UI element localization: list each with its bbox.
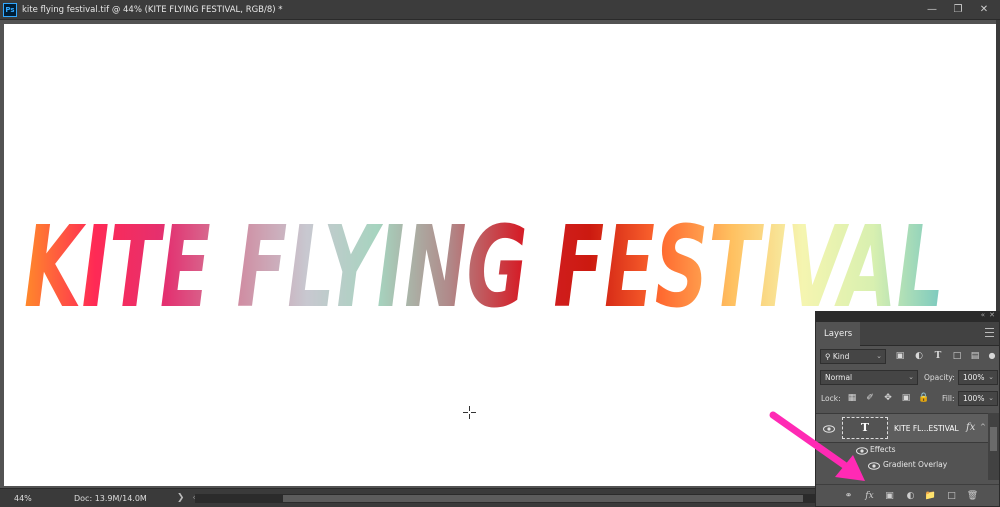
window-controls: — ❐ ✕ [922, 2, 994, 17]
layers-scrollbar[interactable] [988, 413, 999, 480]
filter-toggle-icon[interactable]: ● [986, 350, 998, 362]
panel-tab-row: Layers [816, 322, 999, 346]
lock-image-pixels-icon[interactable]: ✐ [864, 392, 876, 404]
lock-all-icon[interactable]: 🔒 [918, 392, 930, 404]
lock-position-icon[interactable]: ✥ [882, 392, 894, 404]
fill-field[interactable]: 100% ⌄ [958, 391, 998, 406]
document-title[interactable]: kite flying festival.tif @ 44% (KITE FLY… [22, 5, 283, 15]
zoom-level[interactable]: 44% [0, 494, 44, 503]
status-menu-arrow-icon[interactable]: ❯ [177, 493, 185, 503]
gradient-overlay-label: Gradient Overlay [883, 460, 948, 469]
document-size: Doc: 13.9M/14.0M [74, 493, 147, 503]
new-group-folder-icon[interactable]: 📁 [924, 490, 937, 502]
smart-object-filter-icon[interactable]: ▤ [969, 350, 981, 362]
tab-layers[interactable]: Layers [816, 322, 861, 346]
restore-button[interactable]: ❐ [948, 2, 968, 17]
shape-filter-icon[interactable]: □ [951, 350, 963, 362]
chevron-down-icon: ⌄ [988, 394, 994, 402]
annotation-arrow-icon [769, 411, 865, 481]
minimize-button[interactable]: — [922, 2, 942, 17]
prevent-auto-nesting-icon[interactable]: ▣ [900, 392, 912, 404]
close-panel-icon[interactable]: ✕ [989, 311, 995, 319]
layer-name[interactable]: KITE FL...ESTIVAL [894, 424, 959, 433]
filter-kind-dropdown[interactable]: ⚲ Kind ⌄ [820, 349, 886, 364]
expand-effects-icon[interactable]: ^ [980, 423, 986, 431]
type-filter-icon[interactable]: T [932, 350, 944, 362]
pixel-filter-icon[interactable]: ▣ [894, 350, 906, 362]
collapse-panel-icon[interactable]: « [981, 311, 985, 319]
layers-scrollbar-thumb[interactable] [990, 427, 997, 451]
filter-kind-value: Kind [832, 352, 850, 361]
layer-effects-badge-icon[interactable]: fx [966, 422, 975, 433]
lock-label: Lock: [821, 394, 841, 403]
close-button[interactable]: ✕ [974, 2, 994, 17]
document-tab-bar: Ps kite flying festival.tif @ 44% (KITE … [0, 0, 1000, 20]
adjustment-filter-icon[interactable]: ◐ [913, 350, 925, 362]
fill-value: 100% [963, 394, 985, 403]
fill-label: Fill: [942, 394, 955, 403]
opacity-field[interactable]: 100% ⌄ [958, 370, 998, 385]
panel-menu-icon[interactable] [985, 328, 994, 337]
new-layer-icon[interactable]: □ [945, 490, 958, 502]
panel-header-strip: « ✕ [816, 311, 999, 322]
add-mask-icon[interactable]: ▣ [883, 490, 896, 502]
horizontal-scrollbar-thumb[interactable] [283, 495, 803, 502]
chevron-down-icon: ⌄ [876, 352, 882, 360]
search-icon: ⚲ [825, 352, 831, 361]
add-layer-style-fx-icon[interactable]: fx [863, 490, 876, 502]
link-layers-icon[interactable]: ⚭ [842, 490, 855, 502]
lock-transparent-pixels-icon[interactable]: ▦ [846, 392, 858, 404]
opacity-value: 100% [963, 373, 985, 382]
horizontal-scrollbar[interactable] [195, 494, 815, 503]
new-adjustment-layer-icon[interactable]: ◐ [904, 490, 917, 502]
opacity-label: Opacity: [924, 373, 955, 382]
blend-opacity-row: Normal ⌄ Opacity: 100% ⌄ [816, 367, 999, 388]
chevron-down-icon: ⌄ [988, 373, 994, 381]
blend-mode-value: Normal [825, 373, 853, 382]
photoshop-logo-icon: Ps [3, 2, 17, 17]
chevron-down-icon: ⌄ [908, 373, 914, 381]
artwork-text: KITE FLYING FESTIVAL [24, 203, 944, 333]
layers-bottom-bar: ⚭ fx ▣ ◐ 📁 □ 🗑 [816, 484, 999, 506]
blend-mode-dropdown[interactable]: Normal ⌄ [820, 370, 918, 385]
layer-filter-row: ⚲ Kind ⌄ ▣ ◐ T □ ▤ ● [816, 346, 999, 367]
crosshair-cursor-icon [463, 406, 476, 419]
delete-layer-trash-icon[interactable]: 🗑 [966, 490, 979, 502]
